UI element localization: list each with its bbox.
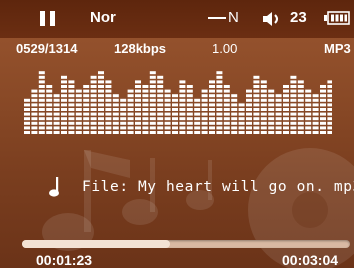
equalizer-bar (231, 94, 238, 134)
equalizer-bar (201, 89, 208, 134)
equalizer-bar (31, 89, 38, 134)
equalizer-bar (260, 80, 267, 134)
equalizer-bar (179, 80, 186, 134)
equalizer-bar (90, 75, 97, 134)
equalizer-bar (283, 85, 289, 134)
progress-bar[interactable] (22, 240, 350, 248)
equalizer-visualizer (24, 71, 332, 134)
equalizer-bar (75, 89, 82, 134)
equalizer-bar (209, 80, 215, 134)
volume-level: 23 (290, 9, 307, 26)
equalizer-bar (98, 71, 104, 134)
equalizer-bar (320, 85, 326, 134)
equalizer-bar (246, 89, 252, 134)
equalizer-bar (112, 94, 119, 134)
music-note-icon (49, 177, 59, 197)
equalizer-bar (253, 75, 260, 134)
equalizer-bar (312, 94, 319, 134)
progress-fill (22, 240, 170, 248)
equalizer-bar (290, 75, 297, 134)
equalizer-bar (305, 89, 312, 134)
repeat-mode-label: N (228, 9, 239, 26)
equalizer-bar (120, 98, 127, 134)
equalizer-bar (149, 71, 156, 134)
speaker-icon (263, 12, 278, 26)
bitrate-label: 128kbps (114, 41, 167, 56)
track-counter: 0529/1314 (16, 41, 78, 56)
equalizer-bar (53, 94, 60, 134)
equalizer-bar (38, 71, 45, 134)
equalizer-bar (105, 80, 112, 134)
pause-icon[interactable] (40, 11, 56, 26)
equalizer-bar (83, 85, 90, 134)
elapsed-time: 00:01:23 (36, 252, 93, 268)
equalizer-bar (24, 98, 30, 134)
total-time: 00:03:04 (282, 252, 339, 268)
equalizer-bar (297, 80, 304, 134)
eq-mode-label: Nor (90, 9, 116, 26)
playback-speed: 1.00 (212, 41, 238, 56)
battery-icon (324, 11, 350, 25)
equalizer-bar (238, 103, 245, 134)
repeat-line-icon (208, 17, 226, 19)
equalizer-bar (157, 75, 164, 134)
equalizer-bar (327, 80, 332, 134)
equalizer-bar (172, 94, 178, 134)
track-info-row: 0529/1314 128kbps 1.00 MP3 (0, 41, 354, 59)
status-bar: Nor N 23 (0, 0, 354, 38)
equalizer-bar (194, 98, 201, 134)
equalizer-bar (268, 89, 275, 134)
equalizer-bar (164, 89, 171, 134)
file-format-label: MP3 (324, 41, 351, 56)
equalizer-bar (61, 75, 67, 134)
equalizer-bar (275, 94, 282, 134)
equalizer-bar (223, 85, 230, 134)
music-player-screen: Nor N 23 0529/1314 128kbps 1.00 MP3 File (0, 0, 354, 268)
equalizer-bar (216, 71, 223, 134)
equalizer-bar (186, 85, 193, 134)
song-title: File: My heart will go on. mp3 (82, 179, 354, 195)
equalizer-bar (68, 80, 75, 134)
equalizer-bar (142, 85, 149, 134)
equalizer-bar (135, 80, 141, 134)
equalizer-bar (127, 89, 134, 134)
equalizer-bar (46, 85, 53, 134)
